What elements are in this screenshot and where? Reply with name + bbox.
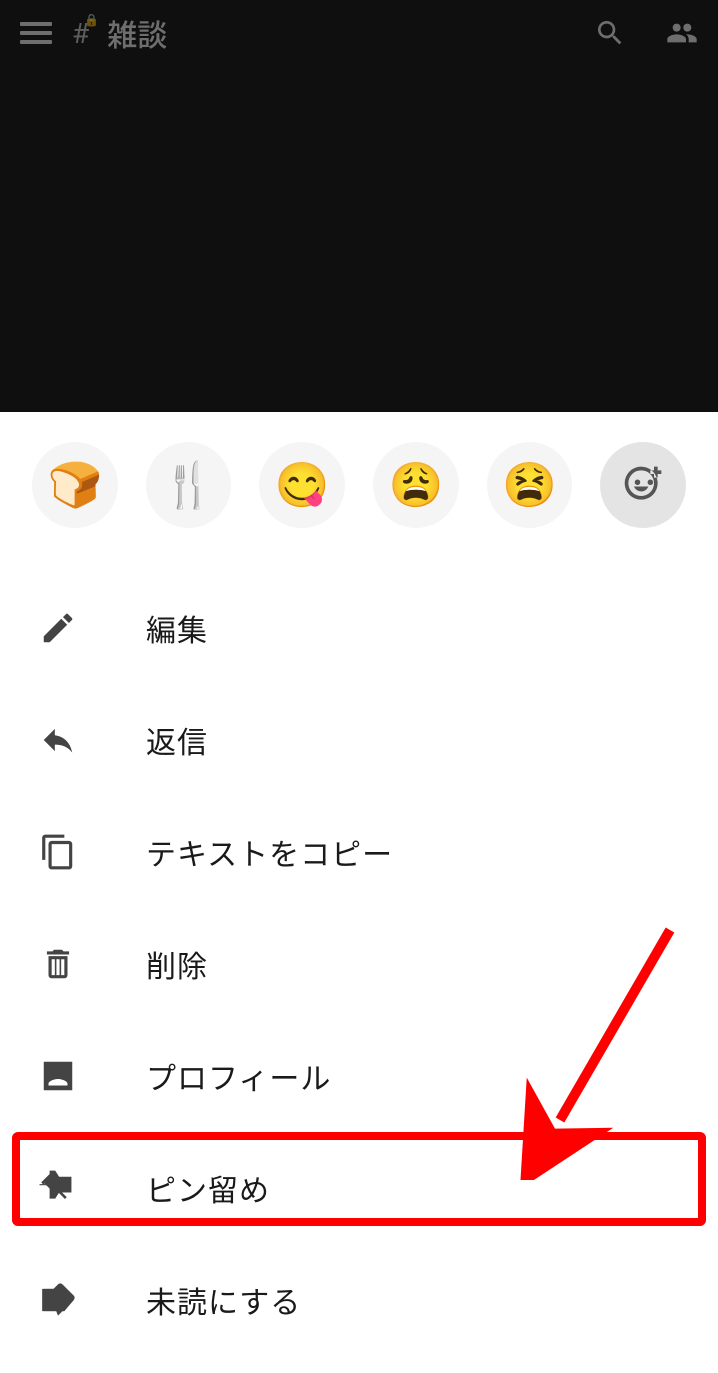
message-actions-sheet: 🍞 🍴 😋 😩 😫 編集 返信 テキストをコピー	[0, 412, 718, 1373]
profile-label: プロフィール	[146, 1054, 331, 1098]
pin-action[interactable]: ピン留め	[0, 1132, 718, 1244]
trash-icon	[38, 944, 78, 984]
reply-icon	[38, 720, 78, 760]
mark-unread-action[interactable]: 未読にする	[0, 1244, 718, 1356]
copy-text-label: テキストをコピー	[146, 830, 393, 874]
reaction-bread[interactable]: 🍞	[32, 442, 118, 528]
add-reaction-icon	[621, 463, 665, 507]
reply-action[interactable]: 返信	[0, 684, 718, 796]
copy-text-action[interactable]: テキストをコピー	[0, 796, 718, 908]
bookmark-icon	[38, 1280, 78, 1320]
profile-action[interactable]: プロフィール	[0, 1020, 718, 1132]
copy-icon	[38, 832, 78, 872]
add-reaction-button[interactable]	[600, 442, 686, 528]
reaction-weary[interactable]: 😩	[373, 442, 459, 528]
profile-icon	[38, 1056, 78, 1096]
edit-action[interactable]: 編集	[0, 572, 718, 684]
edit-label: 編集	[146, 606, 208, 650]
delete-action[interactable]: 削除	[0, 908, 718, 1020]
reaction-fork-knife[interactable]: 🍴	[146, 442, 232, 528]
quick-reactions-row: 🍞 🍴 😋 😩 😫	[0, 412, 718, 548]
pin-label: ピン留め	[146, 1166, 270, 1210]
reaction-yum[interactable]: 😋	[259, 442, 345, 528]
reaction-tired[interactable]: 😫	[487, 442, 573, 528]
pin-icon	[38, 1168, 78, 1208]
action-menu-list: 編集 返信 テキストをコピー 削除 プロフィール	[0, 548, 718, 1356]
reply-label: 返信	[146, 718, 208, 762]
mark-unread-label: 未読にする	[146, 1278, 301, 1322]
pencil-icon	[38, 608, 78, 648]
delete-label: 削除	[146, 942, 208, 986]
